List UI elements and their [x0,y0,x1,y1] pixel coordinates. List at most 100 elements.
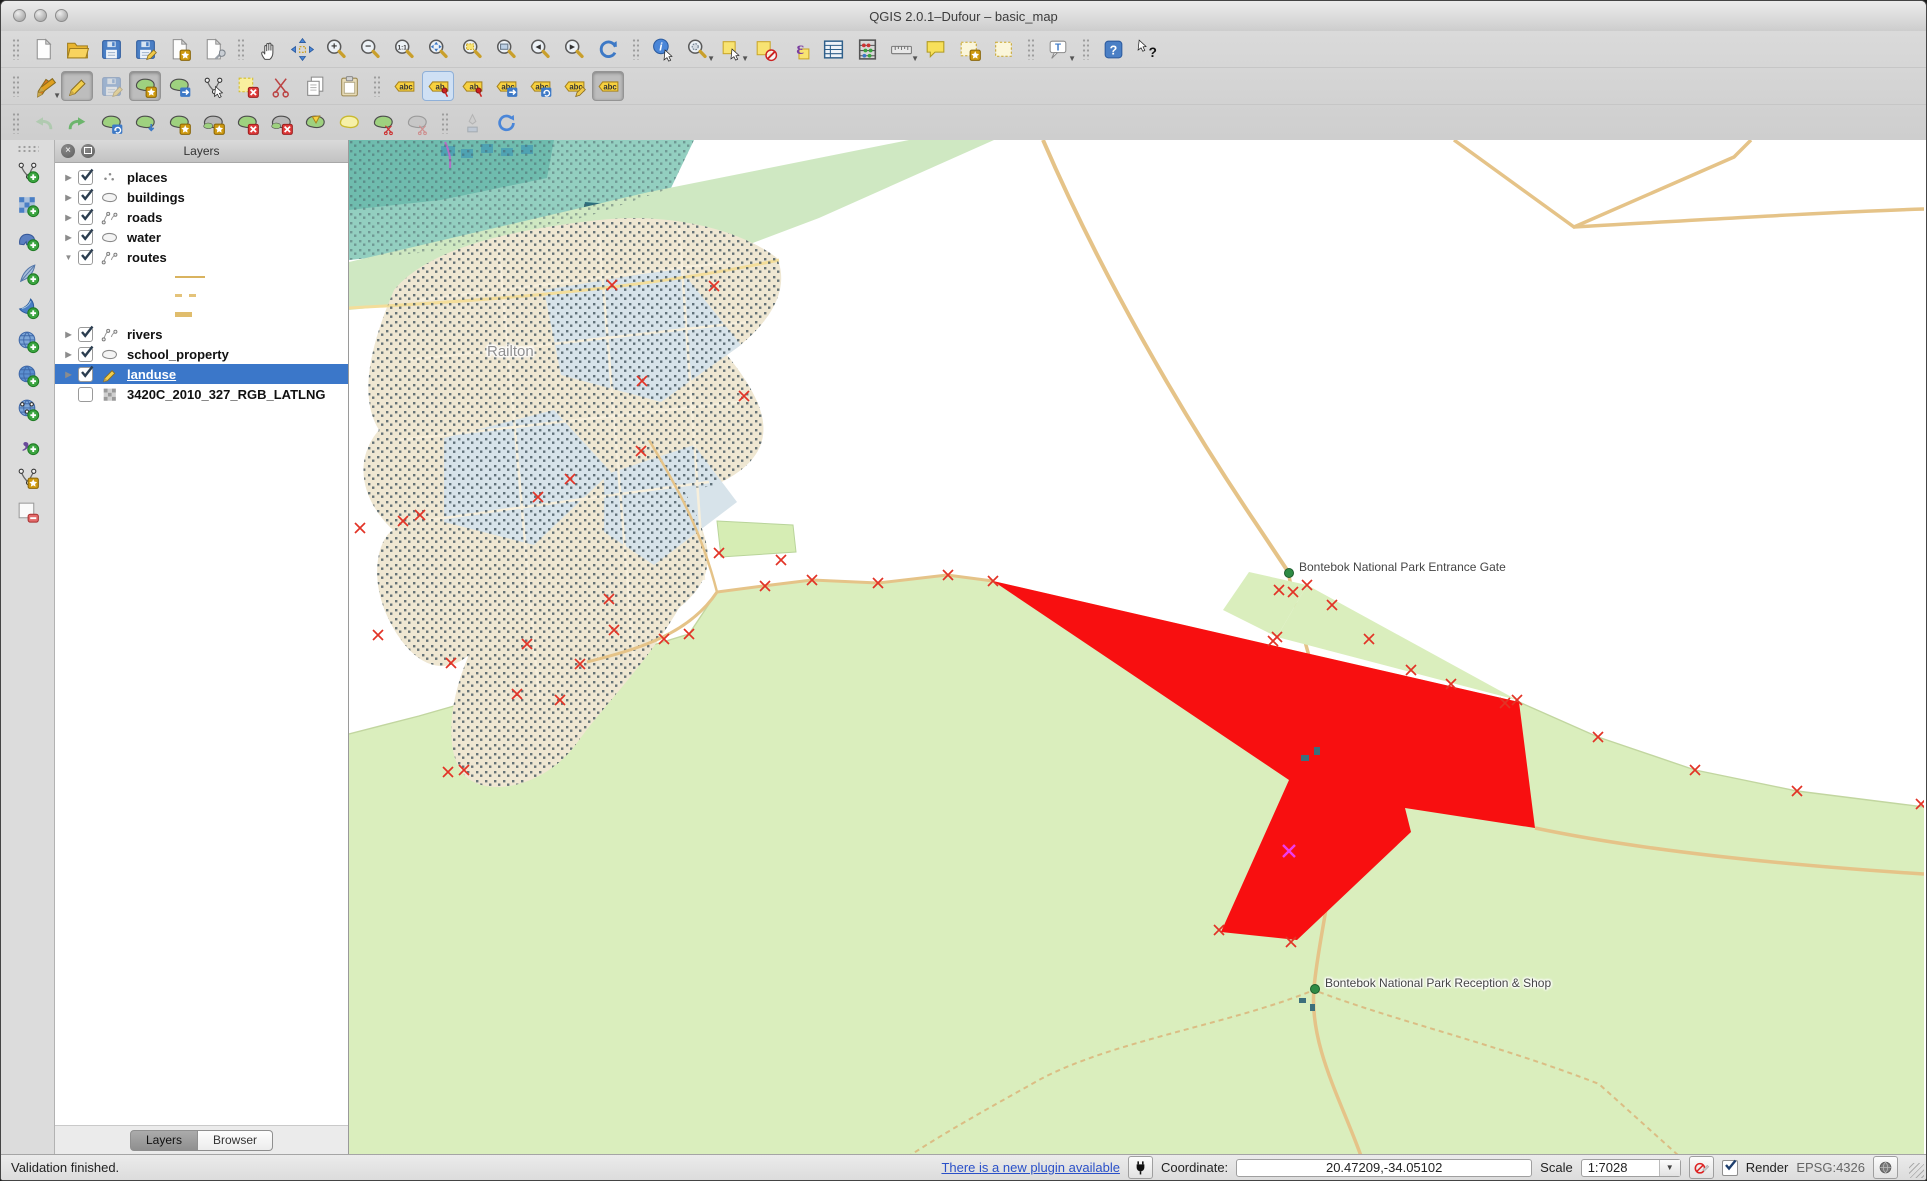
feature-actions-icon[interactable]: ▼ [681,34,713,64]
layer-item-water[interactable]: ▶water [55,227,348,247]
map-canvas[interactable]: Railton Bontebok National Park Entrance … [349,140,1926,1154]
open-project-icon[interactable] [61,34,93,64]
save-layer-edits-icon[interactable] [95,71,127,101]
new-print-composer-icon[interactable] [163,34,195,64]
expand-arrow-icon[interactable]: ▶ [62,213,75,222]
add-postgis-layer-icon[interactable] [12,224,44,254]
current-edits-icon[interactable]: ▼ [27,71,59,101]
expand-arrow-icon[interactable]: ▶ [62,370,75,379]
simplify-feature-icon[interactable] [129,108,161,138]
layer-item-routes[interactable]: ▼routes [55,247,348,267]
expand-arrow-icon[interactable]: ▶ [62,193,75,202]
chevron-down-icon[interactable]: ▼ [1659,1160,1680,1176]
layer-visibility-checkbox[interactable] [78,170,93,185]
coordinate-input[interactable]: 20.47209,-34.05102 [1236,1159,1532,1177]
cut-features-icon[interactable] [265,71,297,101]
undo-icon[interactable] [27,108,59,138]
layer-item-school_property[interactable]: ▶school_property [55,344,348,364]
expand-arrow-icon[interactable]: ▶ [62,330,75,339]
new-shapefile-layer-icon[interactable] [12,462,44,492]
deselect-features-icon[interactable] [749,34,781,64]
layer-visibility-checkbox[interactable] [78,230,93,245]
split-features-icon[interactable] [367,108,399,138]
add-mssql-layer-icon[interactable] [12,292,44,322]
move-label-icon[interactable]: abc [490,71,522,101]
add-feature-icon[interactable] [129,71,161,101]
select-features-icon[interactable]: ▼ [715,34,747,64]
delete-selected-icon[interactable] [231,71,263,101]
open-attribute-table-icon[interactable] [817,34,849,64]
measure-icon[interactable]: ▼ [885,34,917,64]
node-tool-icon[interactable] [197,71,229,101]
layer-visibility-checkbox[interactable] [78,210,93,225]
layer-item-rivers[interactable]: ▶rivers [55,324,348,344]
resize-grip[interactable] [1909,1163,1924,1178]
copy-features-icon[interactable] [299,71,331,101]
rotate-feature-icon[interactable] [95,108,127,138]
show-bookmarks-icon[interactable] [987,34,1019,64]
add-delimited-text-layer-icon[interactable]: , [12,428,44,458]
layer-item-buildings[interactable]: ▶buildings [55,187,348,207]
zoom-to-selection-icon[interactable] [456,34,488,64]
zoom-window-button[interactable] [55,9,68,22]
add-wfs-layer-icon[interactable] [12,394,44,424]
render-checkbox[interactable] [1722,1160,1738,1176]
add-raster-layer-icon[interactable] [12,190,44,220]
zoom-to-layer-icon[interactable] [490,34,522,64]
rollback-edits-icon[interactable] [490,108,522,138]
dropdown-arrow-icon[interactable]: ▼ [911,54,919,63]
layer-visibility-checkbox[interactable] [78,347,93,362]
save-project-as-icon[interactable] [129,34,161,64]
map-tips-icon[interactable] [919,34,951,64]
zoom-out-icon[interactable]: − [354,34,386,64]
expand-arrow-icon[interactable]: ▶ [62,350,75,359]
composer-manager-icon[interactable] [197,34,229,64]
field-calculator-icon[interactable] [851,34,883,64]
text-annotation-icon[interactable]: T▼ [1042,34,1074,64]
redo-icon[interactable] [61,108,93,138]
label-properties-icon[interactable]: abc [592,71,624,101]
new-plugin-link[interactable]: There is a new plugin available [941,1160,1120,1175]
highlight-pinned-labels-icon[interactable]: ab [456,71,488,101]
expand-arrow-icon[interactable]: ▼ [62,253,75,262]
delete-part-icon[interactable] [265,108,297,138]
add-spatialite-layer-icon[interactable] [12,258,44,288]
dropdown-arrow-icon[interactable]: ▼ [741,54,749,63]
layer-visibility-checkbox[interactable] [78,387,93,402]
dropdown-arrow-icon[interactable]: ▼ [53,91,61,100]
zoom-in-icon[interactable]: + [320,34,352,64]
layer-visibility-checkbox[interactable] [78,190,93,205]
add-wms-layer-icon[interactable] [12,326,44,356]
rotate-label-icon[interactable]: abc [524,71,556,101]
plugin-icon[interactable] [1128,1156,1153,1179]
pin-labels-icon[interactable]: ab [422,71,454,101]
tab-layers[interactable]: Layers [130,1130,198,1151]
crs-projector-icon[interactable] [1873,1156,1898,1179]
add-wcs-layer-icon[interactable] [12,360,44,390]
toggle-editing-icon[interactable] [61,71,93,101]
zoom-native-icon[interactable]: 1:1 [388,34,420,64]
delete-ring-icon[interactable] [231,108,263,138]
remove-layer-icon[interactable] [12,496,44,526]
panel-float-icon[interactable] [81,144,95,158]
offset-curve-icon[interactable] [333,108,365,138]
add-part-icon[interactable] [197,108,229,138]
help-icon[interactable]: ? [1097,34,1129,64]
save-project-icon[interactable] [95,34,127,64]
layer-visibility-checkbox[interactable] [78,250,93,265]
select-by-expression-icon[interactable]: ε [783,34,815,64]
move-feature-icon[interactable] [163,71,195,101]
rotate-point-symbols-icon[interactable] [456,108,488,138]
expand-arrow-icon[interactable]: ▶ [62,233,75,242]
expand-arrow-icon[interactable]: ▶ [62,173,75,182]
pan-map-icon[interactable] [252,34,284,64]
new-project-icon[interactable] [27,34,59,64]
add-ring-icon[interactable] [163,108,195,138]
add-vector-layer-icon[interactable] [12,156,44,186]
zoom-last-icon[interactable]: ◂ [524,34,556,64]
identify-features-icon[interactable]: i [647,34,679,64]
layer-visibility-checkbox[interactable] [78,367,93,382]
pan-to-selection-icon[interactable] [286,34,318,64]
whats-this-icon[interactable]: ? [1131,34,1163,64]
zoom-next-icon[interactable]: ▸ [558,34,590,64]
